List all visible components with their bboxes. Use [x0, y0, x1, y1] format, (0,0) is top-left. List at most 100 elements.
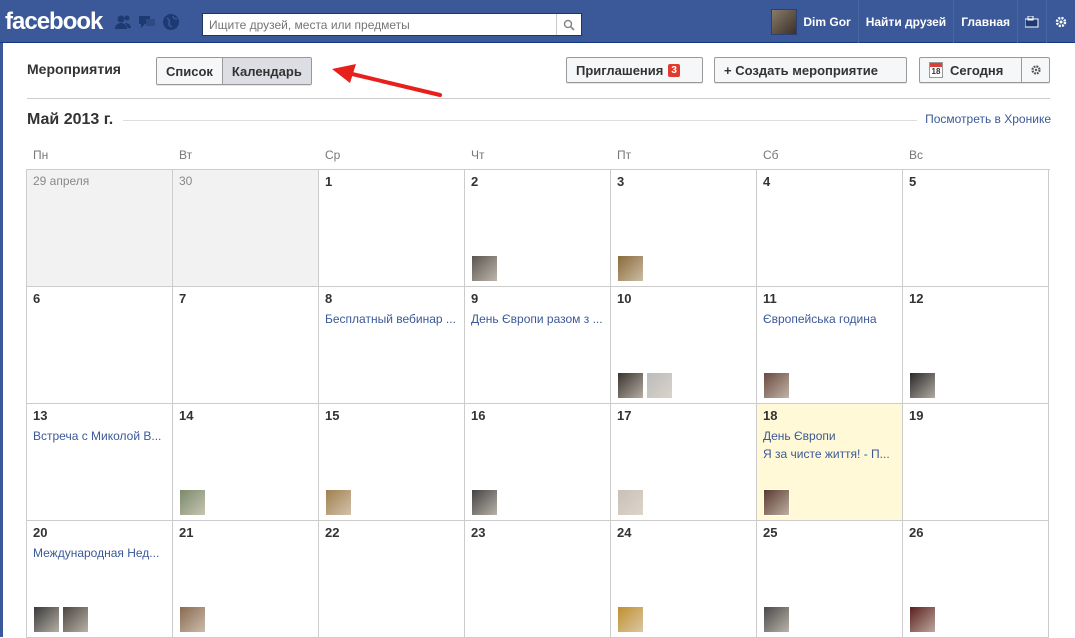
attendee-thumbnails — [179, 606, 206, 633]
messages-icon[interactable] — [138, 13, 156, 31]
calendar-day-cell[interactable]: 16 — [465, 404, 611, 521]
day-number: 7 — [179, 291, 187, 306]
calendar-day-cell[interactable]: 1 — [319, 170, 465, 287]
calendar-day-cell[interactable]: 10 — [611, 287, 757, 404]
friend-avatar[interactable] — [617, 489, 644, 516]
friend-avatar[interactable] — [471, 489, 498, 516]
tab-calendar[interactable]: Календарь — [221, 58, 311, 84]
weekday-label: Пн — [33, 148, 49, 162]
weekday-label: Сб — [763, 148, 779, 162]
today-label: Сегодня — [950, 62, 1004, 78]
calendar-day-cell[interactable]: 11 Європейська година — [757, 287, 903, 404]
friend-avatar[interactable] — [179, 489, 206, 516]
calendar-day-cell[interactable]: 12 — [903, 287, 1049, 404]
calendar-day-cell[interactable]: 6 — [27, 287, 173, 404]
friend-requests-icon[interactable] — [114, 13, 132, 31]
calendar-week-row: 6 7 8 Бесплатный вебинар ... 9 День Європи ра… — [27, 287, 1050, 404]
account-settings-gear-icon[interactable] — [1046, 0, 1075, 43]
calendar-day-cell[interactable]: 8 Бесплатный вебинар ... — [319, 287, 465, 404]
search-button[interactable] — [556, 14, 581, 35]
day-number: 15 — [325, 408, 340, 423]
create-event-button[interactable]: + Создать мероприятие — [714, 57, 907, 83]
red-annotation-arrow-icon — [332, 64, 442, 97]
calendar-week-row: 20 Международная Нед... 21 22 23 24 25 26 — [27, 521, 1050, 638]
event-link[interactable]: Международная Нед... — [33, 546, 166, 560]
friend-avatar[interactable] — [617, 606, 644, 633]
calendar-day-cell[interactable]: 17 — [611, 404, 757, 521]
calendar-day-cell[interactable]: 26 — [903, 521, 1049, 638]
attendee-thumbnails — [617, 255, 644, 282]
friend-avatar[interactable] — [763, 489, 790, 516]
user-name: Dim Gor — [803, 14, 851, 29]
event-link[interactable]: Бесплатный вебинар ... — [325, 312, 458, 326]
tab-list[interactable]: Список — [157, 58, 222, 84]
calendar-day-cell[interactable]: 14 — [173, 404, 319, 521]
left-edge-strip — [0, 43, 3, 637]
attendee-thumbnails — [763, 372, 790, 399]
calendar-day-cell[interactable]: 5 — [903, 170, 1049, 287]
day-number: 23 — [471, 525, 486, 540]
calendar-settings-gear-icon[interactable] — [1022, 58, 1049, 82]
calendar-day-cell[interactable]: 13 Встреча с Миколой В... — [27, 404, 173, 521]
friend-avatar[interactable] — [617, 372, 644, 399]
attendee-thumbnails — [617, 606, 644, 633]
search-icon — [563, 19, 575, 31]
calendar-day-cell[interactable]: 4 — [757, 170, 903, 287]
friend-avatar[interactable] — [179, 606, 206, 633]
calendar-day-cell[interactable]: 15 — [319, 404, 465, 521]
attendee-thumbnails — [179, 489, 206, 516]
find-friends-link[interactable]: Найти друзей — [857, 0, 953, 43]
day-number: 26 — [909, 525, 924, 540]
profile-link[interactable]: Dim Gor — [764, 0, 857, 43]
calendar-icon: 18 — [929, 62, 943, 78]
calendar-day-cell[interactable]: 29 апреля — [27, 170, 173, 287]
friend-avatar[interactable] — [909, 606, 936, 633]
day-number: 3 — [617, 174, 625, 189]
calendar-day-cell[interactable]: 19 — [903, 404, 1049, 521]
calendar-day-cell[interactable]: 30 — [173, 170, 319, 287]
calendar-day-cell-today[interactable]: 18 День Європи Я за чисте життя! - П... — [757, 404, 903, 521]
friend-avatar[interactable] — [617, 255, 644, 282]
attendee-thumbnails — [617, 372, 673, 399]
calendar-day-cell[interactable]: 7 — [173, 287, 319, 404]
day-number: 14 — [179, 408, 194, 423]
calendar-day-cell[interactable]: 3 — [611, 170, 757, 287]
calendar-day-cell[interactable]: 24 — [611, 521, 757, 638]
invitations-button[interactable]: Приглашения 3 — [566, 57, 703, 83]
friend-avatar[interactable] — [909, 372, 936, 399]
privacy-shortcuts-icon[interactable] — [1017, 0, 1046, 43]
weekday-label: Чт — [471, 148, 485, 162]
event-link[interactable]: Європейська година — [763, 312, 896, 326]
event-link[interactable]: День Європи разом з ... — [471, 312, 604, 326]
friend-avatar[interactable] — [33, 606, 60, 633]
calendar-day-cell[interactable]: 20 Международная Нед... — [27, 521, 173, 638]
event-link[interactable]: День Європи — [763, 429, 896, 443]
day-number: 20 — [33, 525, 48, 540]
calendar-day-cell[interactable]: 21 — [173, 521, 319, 638]
event-link[interactable]: Встреча с Миколой В... — [33, 429, 166, 443]
calendar-grid: 29 апреля 30 1 2 3 4 5 6 7 8 Бесплатный вебинар ..… — [26, 169, 1050, 638]
day-number: 25 — [763, 525, 778, 540]
friend-avatar[interactable] — [646, 372, 673, 399]
event-link[interactable]: Я за чисте життя! - П... — [763, 447, 896, 461]
weekday-label: Пт — [617, 148, 632, 162]
invitations-label: Приглашения — [576, 62, 664, 78]
facebook-logo[interactable]: facebook — [5, 8, 103, 36]
calendar-day-cell[interactable]: 22 — [319, 521, 465, 638]
search-input[interactable] — [203, 14, 553, 35]
friend-avatar[interactable] — [763, 372, 790, 399]
friend-avatar[interactable] — [62, 606, 89, 633]
calendar-day-cell[interactable]: 2 — [465, 170, 611, 287]
view-in-timeline-link[interactable]: Посмотреть в Хронике — [917, 112, 1051, 126]
calendar-day-cell[interactable]: 25 — [757, 521, 903, 638]
day-number: 19 — [909, 408, 924, 423]
home-link[interactable]: Главная — [953, 0, 1017, 43]
friend-avatar[interactable] — [763, 606, 790, 633]
month-title: Май 2013 г. — [27, 111, 124, 129]
today-button[interactable]: 18 Сегодня — [920, 58, 1023, 82]
calendar-day-cell[interactable]: 9 День Європи разом з ... — [465, 287, 611, 404]
friend-avatar[interactable] — [471, 255, 498, 282]
calendar-day-cell[interactable]: 23 — [465, 521, 611, 638]
notifications-globe-icon[interactable] — [162, 13, 180, 31]
friend-avatar[interactable] — [325, 489, 352, 516]
